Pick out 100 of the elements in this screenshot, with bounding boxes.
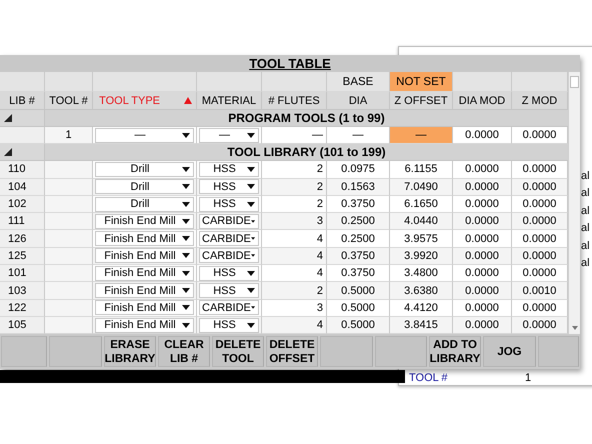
- caret-icon: [182, 288, 190, 294]
- caret-icon: [247, 184, 255, 190]
- column-header[interactable]: DIA MOD: [453, 92, 512, 110]
- table-cell: 7.0490: [390, 178, 453, 196]
- material-dropdown[interactable]: CARBIDE: [199, 214, 259, 229]
- caret-icon: [182, 218, 190, 224]
- action-button[interactable]: ERASE LIBRARY: [104, 336, 156, 368]
- action-button[interactable]: DELETE TOOL: [212, 336, 264, 368]
- table-cell: 0.1563: [327, 178, 390, 196]
- tool-type-dropdown[interactable]: Drill: [95, 162, 194, 177]
- table-cell: 0.5000: [327, 316, 390, 334]
- column-header[interactable]: LIB #: [0, 92, 45, 110]
- column-header[interactable]: # FLUTES: [262, 92, 327, 110]
- list-item-text: al: [581, 256, 590, 271]
- column-group-label: BASE: [327, 72, 390, 92]
- caret-icon: [250, 236, 255, 242]
- material-dropdown[interactable]: —: [199, 128, 259, 143]
- scroll-down-icon[interactable]: [572, 326, 578, 330]
- list-item-text: al: [581, 169, 590, 184]
- blank-button[interactable]: [320, 336, 373, 368]
- sort-arrow-icon: [184, 97, 192, 104]
- list-item-text: al: [581, 238, 590, 254]
- blank-button[interactable]: [1, 336, 47, 368]
- caret-icon: [247, 132, 255, 138]
- caret-icon: [250, 305, 255, 310]
- action-button[interactable]: DELETE OFFSET: [266, 336, 318, 368]
- table-cell: 0.0000: [453, 248, 512, 266]
- scrollbar-thumb[interactable]: [570, 76, 579, 88]
- material-dropdown[interactable]: CARBIDE: [199, 231, 259, 246]
- group-header: PROGRAM TOOLS (1 to 99): [227, 111, 386, 125]
- table-cell: 0.0010: [512, 282, 568, 300]
- scrollbar[interactable]: [568, 72, 580, 334]
- table-cell: 111: [0, 213, 45, 230]
- table-cell: 3: [262, 213, 327, 230]
- collapse-triangle-icon[interactable]: [4, 148, 12, 156]
- window-title: TOOL TABLE: [249, 56, 331, 71]
- material-dropdown[interactable]: CARBIDE: [199, 248, 259, 264]
- caret-icon: [250, 253, 255, 258]
- table-cell: 105: [0, 316, 45, 334]
- table-cell: 0.0000: [512, 213, 568, 230]
- material-dropdown[interactable]: HSS: [199, 179, 259, 194]
- column-header[interactable]: TOOL #: [45, 92, 93, 110]
- blank-button[interactable]: [538, 336, 579, 368]
- column-header[interactable]: Z OFFSET: [390, 92, 453, 110]
- tool-type-dropdown[interactable]: —: [95, 128, 194, 143]
- action-button[interactable]: ADD TO LIBRARY: [429, 336, 481, 368]
- column-group-label: NOT SET: [390, 72, 453, 92]
- table-cell: 3.6380: [390, 282, 453, 300]
- tool-type-dropdown[interactable]: Finish End Mill: [95, 318, 194, 333]
- table-cell: 0.0000: [512, 248, 568, 266]
- caret-icon: [182, 202, 190, 207]
- caret-icon: [247, 270, 255, 276]
- table-cell: 1: [45, 127, 93, 144]
- action-button[interactable]: CLEAR LIB #: [158, 336, 210, 368]
- tool-type-dropdown[interactable]: Finish End Mill: [95, 214, 194, 229]
- caret-icon: [247, 166, 255, 172]
- table-cell: 103: [0, 282, 45, 300]
- tool-type-dropdown[interactable]: Finish End Mill: [95, 231, 194, 246]
- caret-icon: [182, 322, 190, 328]
- material-dropdown[interactable]: HSS: [199, 283, 259, 298]
- field-value: 1: [525, 372, 532, 385]
- table-cell: 102: [0, 196, 45, 214]
- column-header[interactable]: MATERIAL: [197, 92, 262, 110]
- blank-button[interactable]: [375, 336, 427, 368]
- tool-type-dropdown[interactable]: Drill: [95, 179, 194, 194]
- table-cell: 4: [262, 248, 327, 266]
- caret-icon: [247, 322, 255, 328]
- material-dropdown[interactable]: HSS: [199, 318, 259, 333]
- column-header[interactable]: DIA: [327, 92, 390, 110]
- table-cell: 2: [262, 178, 327, 196]
- caret-icon: [182, 184, 190, 190]
- tool-type-dropdown[interactable]: Finish End Mill: [95, 300, 194, 316]
- material-dropdown[interactable]: CARBIDE: [199, 300, 259, 316]
- table-cell: 0.0000: [512, 316, 568, 334]
- caret-icon: [182, 253, 190, 258]
- table-cell: 0.2500: [327, 213, 390, 230]
- column-header[interactable]: Z MOD: [512, 92, 568, 110]
- blank-button[interactable]: [49, 336, 102, 368]
- table-cell: —: [390, 127, 453, 144]
- caret-icon: [182, 236, 190, 242]
- table-cell: 2: [262, 282, 327, 300]
- material-dropdown[interactable]: HSS: [199, 196, 259, 212]
- caret-icon: [182, 305, 190, 310]
- collapse-triangle-icon[interactable]: [4, 114, 12, 122]
- material-dropdown[interactable]: HSS: [199, 266, 259, 281]
- table-cell: 0.0000: [453, 316, 512, 334]
- action-button[interactable]: JOG: [483, 336, 536, 368]
- table-cell: 0.0000: [453, 178, 512, 196]
- caret-icon: [182, 270, 190, 276]
- caret-icon: [182, 132, 190, 138]
- tool-type-dropdown[interactable]: Drill: [95, 196, 194, 212]
- tool-type-dropdown[interactable]: Finish End Mill: [95, 283, 194, 298]
- material-dropdown[interactable]: HSS: [199, 162, 259, 177]
- table-cell: 126: [0, 230, 45, 248]
- table-cell: 125: [0, 248, 45, 266]
- table-cell: 104: [0, 178, 45, 196]
- tool-type-dropdown[interactable]: Finish End Mill: [95, 248, 194, 264]
- tool-type-dropdown[interactable]: Finish End Mill: [95, 266, 194, 281]
- table-cell: 0.0000: [512, 178, 568, 196]
- table-cell: 0.5000: [327, 282, 390, 300]
